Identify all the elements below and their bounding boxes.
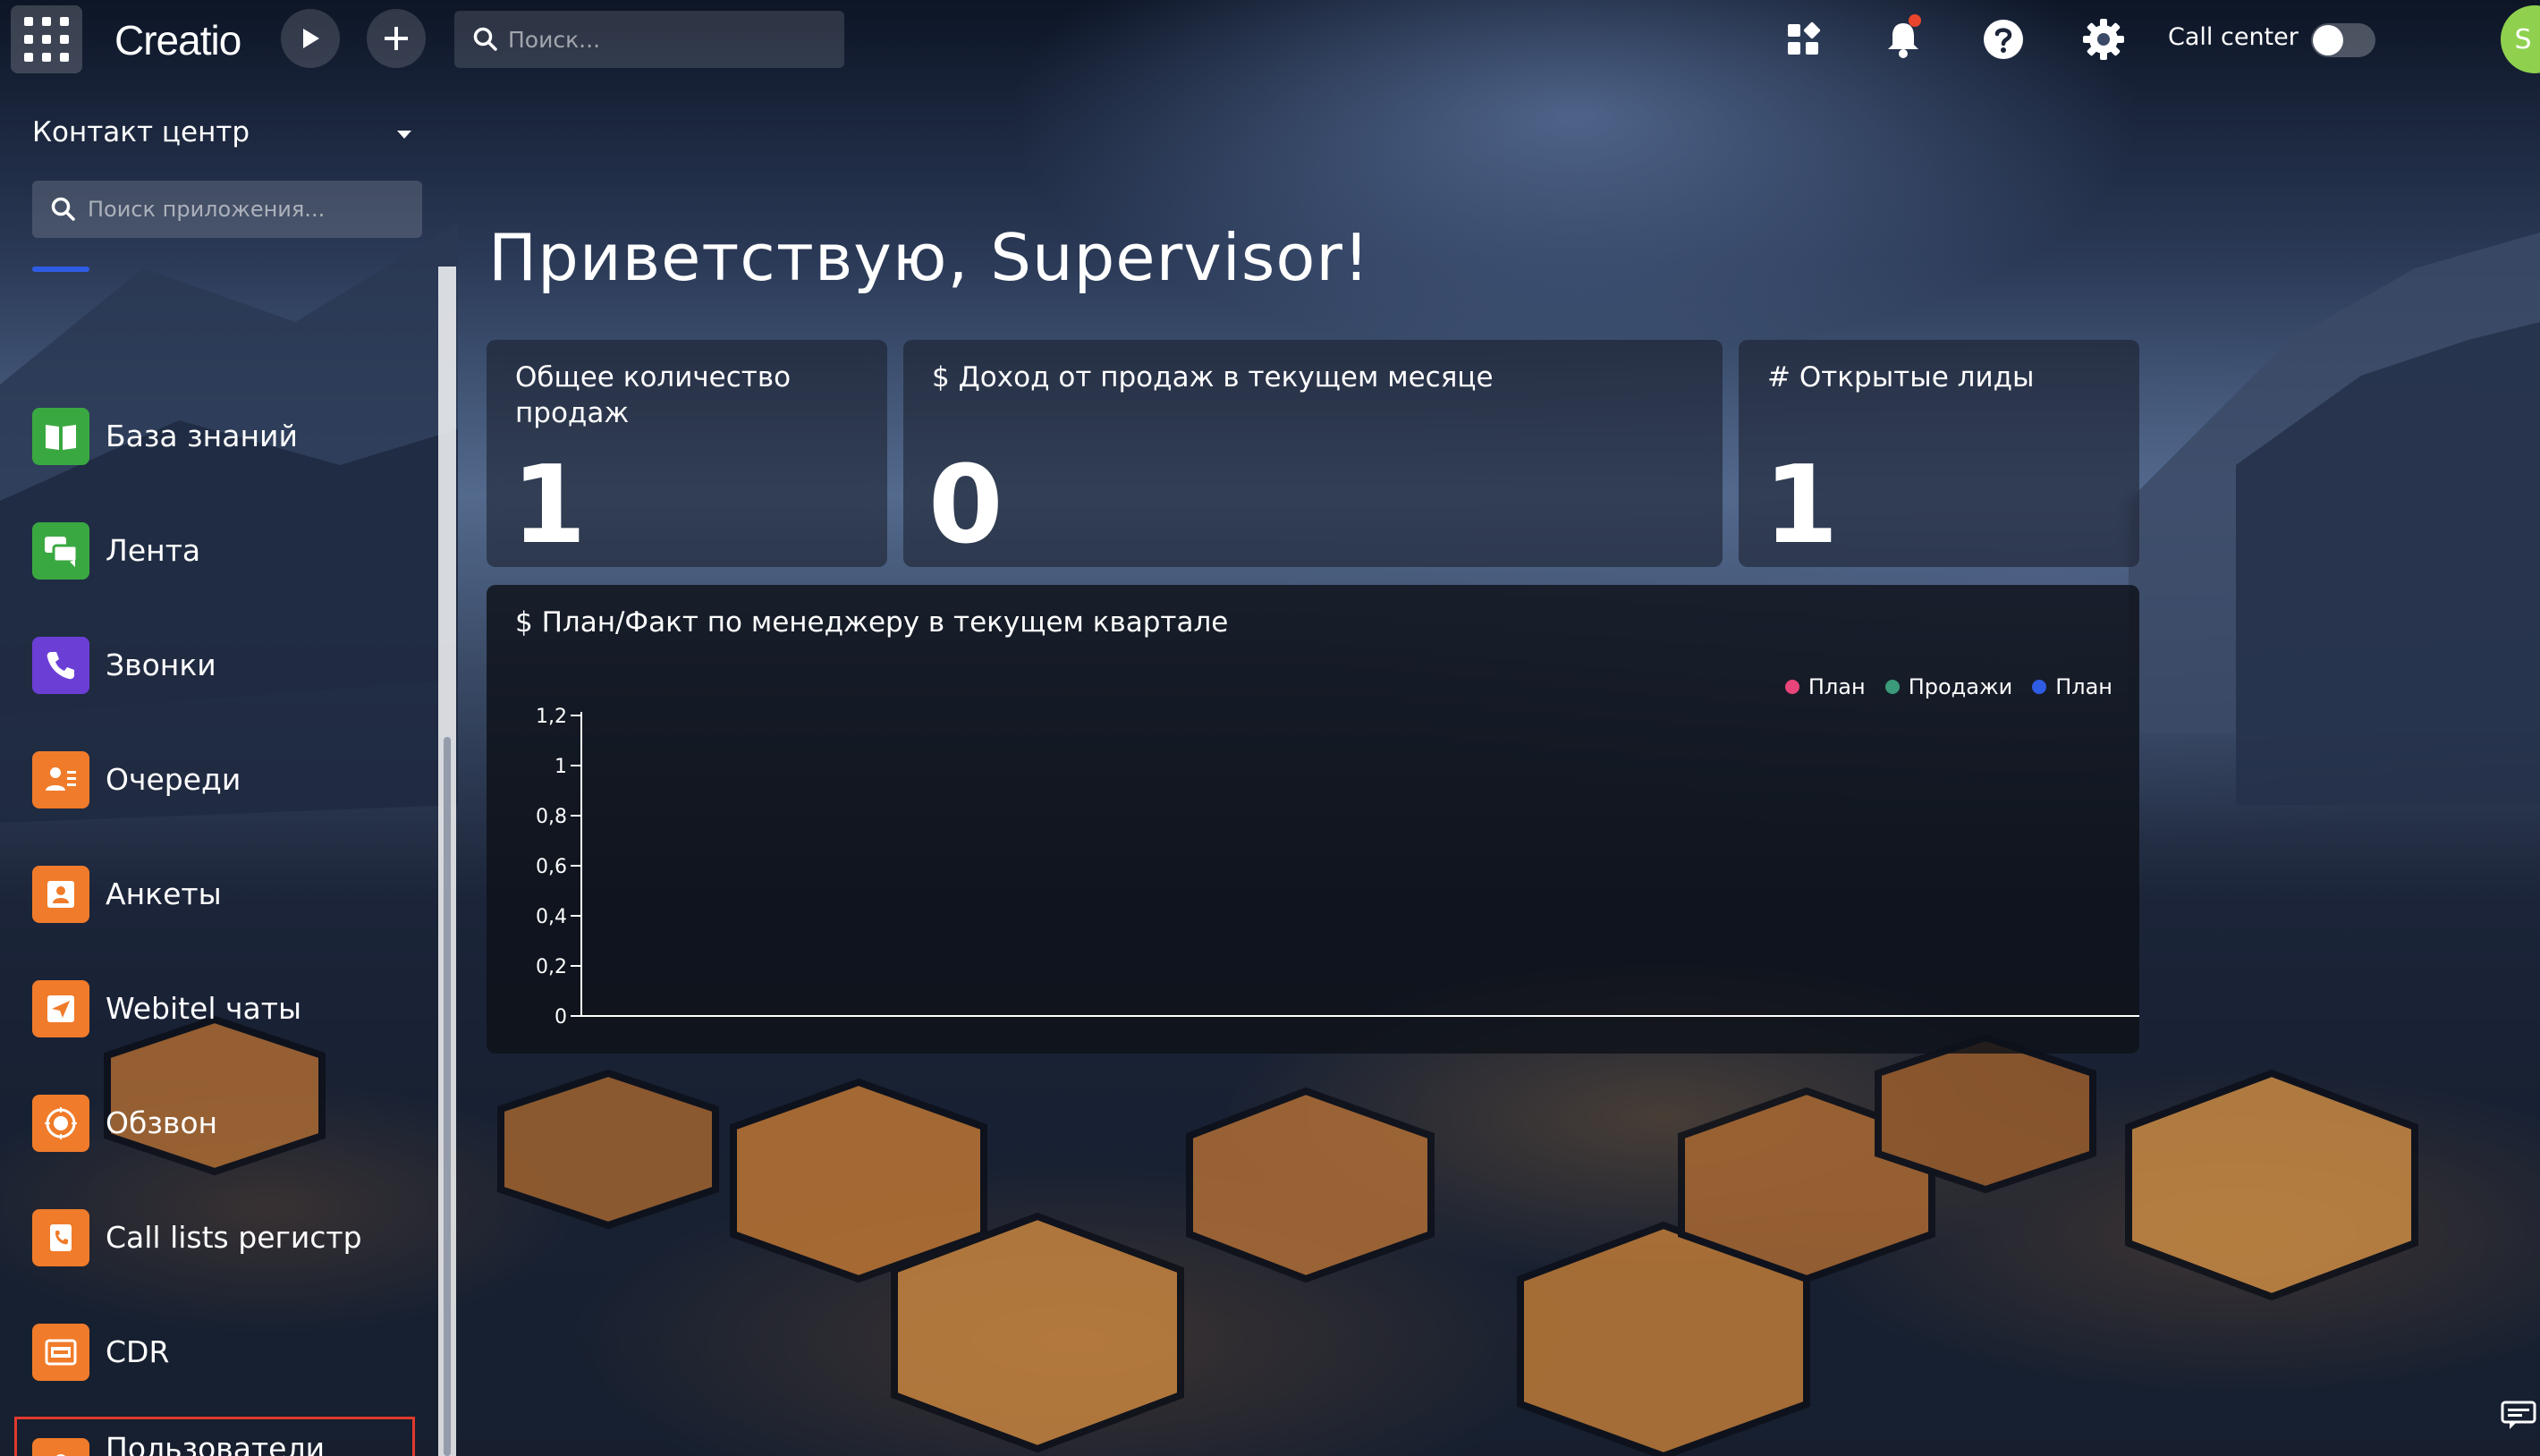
help-icon (1984, 20, 2023, 59)
global-search-input[interactable] (508, 26, 830, 53)
sidebar-item-calls[interactable]: Звонки (14, 617, 415, 714)
sidebar-item-label: База знаний (106, 419, 298, 453)
add-button[interactable] (367, 9, 426, 68)
sidebar-item-label: Анкеты (106, 876, 222, 911)
sidebar-item-webitel-users[interactable]: Пользователи Webitel (14, 1417, 415, 1456)
app-launcher-button[interactable] (11, 5, 82, 73)
toggle-knob (2313, 25, 2343, 55)
app-search[interactable] (32, 181, 422, 238)
chart-y-tick-label: 1 (555, 756, 567, 778)
sidebar-item-call-lists-register[interactable]: Call lists регистр (14, 1189, 415, 1286)
chart-y-tick-label: 0,4 (536, 906, 567, 928)
metric-card-monthly-revenue[interactable]: $ Доход от продаж в текущем месяце 0 (903, 340, 1723, 568)
sidebar-item-label: Лента (106, 533, 201, 568)
plus-icon (385, 27, 408, 50)
send-icon (32, 980, 89, 1037)
sidebar-item-label: Пользователи Webitel (106, 1431, 326, 1456)
chart-y-tick-label: 0 (555, 1006, 567, 1029)
global-search[interactable] (454, 11, 844, 68)
sidebar-item-queues[interactable]: Очереди (14, 732, 415, 828)
workspace-selector[interactable]: Контакт центр (32, 116, 250, 148)
profile-card-icon (32, 866, 89, 923)
top-bar: Creatio Поиск... Call center S (0, 0, 2540, 79)
notification-badge (1909, 14, 1921, 27)
play-icon (303, 29, 319, 48)
sidebar-item-dialer[interactable]: Обзвон (14, 1075, 415, 1172)
creatio-logo[interactable]: Creatio (114, 16, 241, 64)
notifications-button[interactable] (1876, 13, 1930, 66)
queue-people-icon (32, 751, 89, 808)
sidebar-item-knowledge-base[interactable]: База знаний (14, 388, 415, 485)
settings-button[interactable] (2077, 13, 2130, 66)
widgets-button[interactable] (1776, 13, 1830, 66)
book-icon (32, 408, 89, 465)
call-list-icon (32, 1209, 89, 1266)
sidebar-item-webitel-chats[interactable]: Webitel чаты (14, 961, 415, 1057)
metric-card-open-leads[interactable]: # Открытые лиды 1 (1739, 340, 2139, 568)
chat-bubbles-icon (32, 522, 89, 580)
sidebar-item-cdr[interactable]: CDR (14, 1304, 415, 1401)
cdr-icon (32, 1324, 89, 1381)
chart-plot: 0 0,2 0,4 0,6 0,8 1 1,2 (536, 706, 2139, 1029)
metric-card-title: Общее количество продаж (515, 361, 792, 429)
main-content: Приветствую, Supervisor! Общее количеств… (458, 79, 2540, 1456)
sidebar-item-label: Очереди (106, 762, 241, 797)
dialer-icon (32, 1095, 89, 1152)
app-search-input[interactable] (88, 197, 419, 222)
chart-y-tick-label: 0,6 (536, 856, 567, 878)
support-chat-icon[interactable] (2501, 1401, 2536, 1431)
sidebar-item-label: Звонки (106, 648, 216, 682)
gear-icon (2083, 19, 2124, 60)
metric-card-total-sales[interactable]: Общее количество продаж 1 (487, 340, 887, 568)
search-icon (51, 197, 75, 221)
search-icon (473, 27, 497, 51)
metric-card-title: $ Доход от продаж в текущем месяце (932, 361, 1494, 394)
sidebar-item-label: Обзвон (106, 1105, 218, 1140)
user-avatar[interactable]: S (2501, 5, 2540, 73)
sidebar-item-label: Webitel чаты (106, 991, 302, 1026)
metric-card-value: 1 (1764, 444, 1839, 568)
sidebar: Контакт центр База знаний Лента Звонки (0, 79, 458, 1456)
chevron-down-icon[interactable] (397, 131, 411, 139)
call-center-toggle[interactable] (2311, 23, 2375, 57)
sidebar-item-feed[interactable]: Лента (14, 503, 415, 599)
widgets-icon (1788, 21, 1821, 55)
metric-card-value: 1 (512, 444, 587, 568)
phone-icon (32, 637, 89, 694)
sidebar-item-surveys[interactable]: Анкеты (14, 846, 415, 943)
chart-y-tick-label: 1,2 (536, 706, 567, 728)
page-title: Приветствую, Supervisor! (488, 220, 1370, 295)
users-icon (32, 1438, 89, 1456)
run-process-button[interactable] (281, 9, 340, 68)
metric-card-value: 0 (928, 444, 1003, 568)
sidebar-item-label: Call lists регистр (106, 1220, 362, 1255)
help-button[interactable] (1977, 13, 2030, 66)
sidebar-item-label: CDR (106, 1334, 170, 1369)
scrolled-item-accent (32, 267, 89, 272)
chart-y-tick-label: 0,8 (536, 806, 567, 828)
grid-dot-icon (24, 17, 33, 26)
call-center-label: Call center (2168, 23, 2299, 51)
sidebar-scrollbar-thumb[interactable] (444, 737, 451, 1456)
metric-card-title: # Открытые лиды (1767, 361, 2035, 394)
chart-y-tick-label: 0,2 (536, 956, 567, 978)
chart-plan-fact-card: $ План/Факт по менеджеру в текущем кварт… (487, 585, 2139, 1054)
